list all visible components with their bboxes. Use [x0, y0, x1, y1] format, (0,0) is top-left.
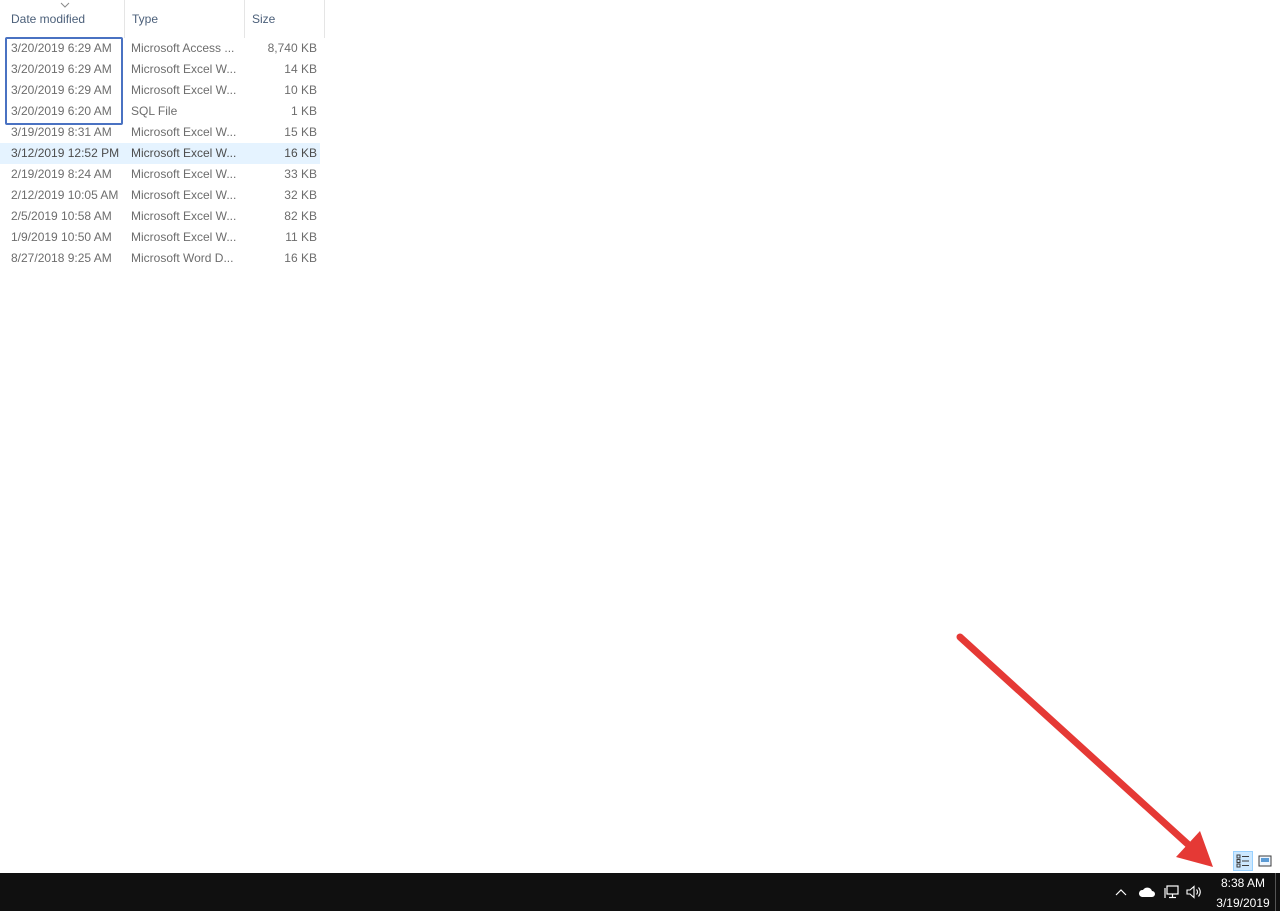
file-row[interactable]: 2/5/2019 10:58 AM Microsoft Excel W... 8… [0, 206, 320, 227]
file-list: 3/20/2019 6:29 AM Microsoft Access ... 8… [0, 38, 326, 269]
onedrive-cloud-icon [1138, 887, 1155, 897]
file-date-modified: 2/19/2019 8:24 AM [11, 167, 112, 181]
file-type: Microsoft Access ... [131, 41, 235, 55]
file-type: Microsoft Excel W... [131, 125, 237, 139]
file-row[interactable]: 3/12/2019 12:52 PM Microsoft Excel W... … [0, 143, 320, 164]
volume-icon [1186, 885, 1201, 899]
file-type: SQL File [131, 104, 178, 118]
file-size: 82 KB [284, 209, 317, 223]
file-date-modified: 3/20/2019 6:29 AM [11, 83, 112, 97]
file-type: Microsoft Excel W... [131, 209, 237, 223]
file-size: 10 KB [284, 83, 317, 97]
network-icon [1164, 885, 1179, 899]
column-header-size-label: Size [252, 12, 276, 26]
file-date-modified: 3/20/2019 6:29 AM [11, 41, 112, 55]
file-date-modified: 3/19/2019 8:31 AM [11, 125, 112, 139]
network-tray-button[interactable] [1159, 873, 1183, 911]
show-desktop-button[interactable] [1275, 873, 1280, 911]
large-icons-view-icon [1258, 855, 1272, 867]
file-date-modified: 3/20/2019 6:20 AM [11, 104, 112, 118]
file-date-modified: 3/12/2019 12:52 PM [11, 146, 120, 160]
file-type: Microsoft Excel W... [131, 230, 237, 244]
file-row[interactable]: 2/12/2019 10:05 AM Microsoft Excel W... … [0, 185, 320, 206]
file-size: 32 KB [284, 188, 317, 202]
file-row[interactable]: 3/20/2019 6:29 AM Microsoft Access ... 8… [0, 38, 320, 59]
file-type: Microsoft Excel W... [131, 167, 237, 181]
file-row[interactable]: 3/19/2019 8:31 AM Microsoft Excel W... 1… [0, 122, 320, 143]
file-type: Microsoft Word D... [131, 251, 234, 265]
chevron-up-icon [1115, 889, 1127, 896]
file-type: Microsoft Excel W... [131, 62, 237, 76]
file-size: 14 KB [284, 62, 317, 76]
show-hidden-icons-button[interactable] [1109, 873, 1133, 911]
file-row[interactable]: 3/20/2019 6:29 AM Microsoft Excel W... 1… [0, 80, 320, 101]
column-header-type-label: Type [132, 12, 159, 26]
file-row[interactable]: 1/9/2019 10:50 AM Microsoft Excel W... 1… [0, 227, 320, 248]
file-date-modified: 8/27/2018 9:25 AM [11, 251, 112, 265]
file-date-modified: 2/12/2019 10:05 AM [11, 188, 119, 202]
file-date-modified: 2/5/2019 10:58 AM [11, 209, 112, 223]
large-icons-view-button[interactable] [1255, 851, 1275, 871]
file-row[interactable]: 3/20/2019 6:29 AM Microsoft Excel W... 1… [0, 59, 320, 80]
clock-date: 3/19/2019 [1216, 896, 1270, 910]
file-row[interactable]: 2/19/2019 8:24 AM Microsoft Excel W... 3… [0, 164, 320, 185]
file-date-modified: 1/9/2019 10:50 AM [11, 230, 112, 244]
file-row[interactable]: 8/27/2018 9:25 AM Microsoft Word D... 16… [0, 248, 320, 269]
file-type: Microsoft Excel W... [131, 188, 237, 202]
file-date-modified: 3/20/2019 6:29 AM [11, 62, 112, 76]
file-size: 16 KB [284, 251, 317, 265]
file-size: 8,740 KB [267, 41, 317, 55]
details-view-button[interactable] [1233, 851, 1253, 871]
volume-tray-button[interactable] [1183, 873, 1207, 911]
column-header-size[interactable]: Size [245, 0, 325, 38]
taskbar-clock[interactable]: 8:38 AM 3/19/2019 [1212, 873, 1274, 911]
file-type: Microsoft Excel W... [131, 83, 237, 97]
details-view-icon [1236, 854, 1249, 868]
column-header: Date modified Type Size [0, 0, 326, 38]
file-type: Microsoft Excel W... [131, 146, 237, 160]
onedrive-tray-button[interactable] [1135, 873, 1159, 911]
column-header-date-modified-label: Date modified [11, 12, 86, 26]
file-size: 1 KB [290, 104, 317, 118]
file-size: 33 KB [284, 167, 317, 181]
taskbar: 8:38 AM 3/19/2019 [0, 873, 1280, 911]
chevron-down-icon [60, 2, 70, 8]
column-header-date-modified[interactable]: Date modified [4, 0, 125, 38]
column-header-type[interactable]: Type [125, 0, 245, 38]
file-size: 11 KB [285, 230, 317, 244]
file-row[interactable]: 3/20/2019 6:20 AM SQL File 1 KB [0, 101, 320, 122]
clock-time: 8:38 AM [1220, 876, 1266, 890]
file-size: 16 KB [284, 146, 317, 160]
file-size: 15 KB [284, 125, 317, 139]
